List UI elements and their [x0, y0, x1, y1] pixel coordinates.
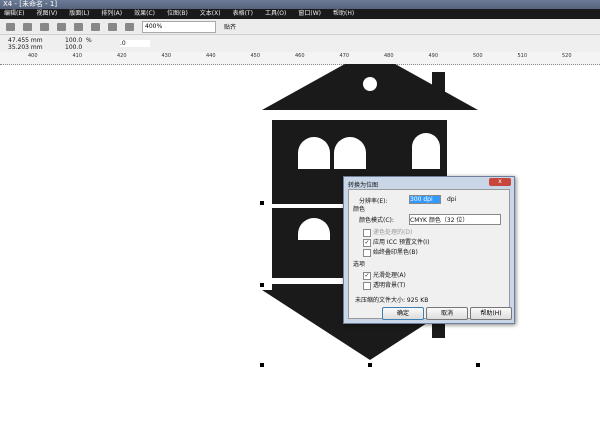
ruler-tick: 510: [517, 53, 528, 59]
ruler-tick: 480: [384, 53, 394, 59]
icc-checkbox[interactable]: ✓ 应用 ICC 预置文件(I): [363, 237, 429, 247]
checkbox[interactable]: [363, 281, 371, 290]
ruler-tick: 520: [562, 53, 572, 59]
title-bar: X4 - [未命名 - 1]: [0, 0, 600, 9]
menu-item[interactable]: 位图(B): [167, 9, 188, 19]
color-mode-select[interactable]: CMYK 颜色（32 位）: [409, 214, 501, 225]
menu-bar: 编辑(E) 视图(V) 版面(L) 排列(A) 效果(C) 位图(B) 文本(X) 表格(T)…: [0, 9, 600, 19]
ruler-tick: 400: [28, 53, 38, 59]
menu-item[interactable]: 文本(X): [200, 9, 221, 19]
checkbox[interactable]: [363, 228, 371, 237]
scale-unit: %: [86, 37, 92, 44]
ruler-tick: 460: [295, 53, 305, 59]
undo-icon[interactable]: [57, 22, 66, 31]
redo-icon[interactable]: [74, 22, 83, 31]
snap-dropdown[interactable]: 贴齐: [224, 22, 236, 31]
copy-icon[interactable]: [23, 22, 32, 31]
menu-item[interactable]: 排列(A): [101, 9, 122, 19]
transparent-label: 透明背景(T): [373, 282, 406, 289]
options-group-label: 选项: [353, 261, 366, 268]
scale-y-field[interactable]: 100.0: [65, 44, 82, 51]
overprint-label: 始终叠印黑色(B): [373, 249, 418, 256]
close-button[interactable]: x: [489, 178, 511, 186]
menu-item[interactable]: 版面(L): [69, 9, 89, 19]
dialog-title: 转换为位图: [348, 182, 379, 189]
ruler-tick: 430: [161, 53, 172, 59]
ruler-tick: 450: [250, 53, 261, 59]
cancel-button[interactable]: 取消: [426, 307, 468, 320]
ruler-tick: 440: [206, 53, 216, 59]
dither-label: 递色处理的(D): [373, 229, 413, 236]
convert-to-bitmap-dialog: 转换为位图 x 分辨率(E): 300 dpi dpi 颜色 颜色模式(C): …: [343, 176, 515, 324]
publish-icon[interactable]: [125, 22, 134, 31]
ruler-tick: 420: [117, 53, 127, 59]
ruler-tick: 470: [339, 53, 350, 59]
menu-item[interactable]: 工具(O): [265, 9, 286, 19]
ok-button[interactable]: 确定: [382, 307, 424, 320]
menu-item[interactable]: 编辑(E): [4, 9, 24, 19]
zoom-select[interactable]: 400%: [142, 20, 216, 33]
dither-checkbox[interactable]: 递色处理的(D): [363, 227, 412, 237]
height-field[interactable]: 35.203 mm: [8, 44, 43, 51]
overprint-checkbox[interactable]: 始终叠印黑色(B): [363, 247, 418, 257]
width-field[interactable]: 47.455 mm: [8, 37, 43, 44]
antialias-label: 光滑处理(A): [373, 272, 406, 279]
checkbox[interactable]: [363, 248, 371, 257]
ruler-tick: 410: [72, 53, 83, 59]
paste-icon[interactable]: [40, 22, 49, 31]
transparent-checkbox[interactable]: 透明背景(T): [363, 280, 405, 290]
menu-item[interactable]: 帮助(H): [333, 9, 354, 19]
export-icon[interactable]: [108, 22, 117, 31]
menu-item[interactable]: 表格(T): [233, 9, 253, 19]
standard-toolbar: 400% 贴齐: [0, 19, 600, 35]
color-mode-label: 颜色模式(C):: [359, 217, 394, 224]
checkbox[interactable]: ✓: [363, 238, 371, 247]
help-button[interactable]: 帮助(H): [470, 307, 512, 320]
menu-item[interactable]: 窗口(W): [298, 9, 321, 19]
resolution-unit: dpi: [447, 196, 457, 203]
ruler-tick: 500: [473, 53, 483, 59]
property-bar: 47.455 mm 35.203 mm 100.0 100.0 % .0: [0, 35, 600, 53]
resolution-input[interactable]: 300 dpi: [409, 195, 441, 204]
color-group-label: 颜色: [353, 206, 366, 213]
rotation-field[interactable]: .0: [120, 40, 150, 47]
icc-label: 应用 ICC 预置文件(I): [373, 239, 430, 246]
scale-x-field[interactable]: 100.0: [65, 37, 82, 44]
menu-item[interactable]: 视图(V): [36, 9, 57, 19]
antialias-checkbox[interactable]: ✓ 光滑处理(A): [363, 270, 406, 280]
file-size-text: 未压缩的文件大小: 925 KB: [355, 297, 429, 304]
import-icon[interactable]: [91, 22, 100, 31]
ruler-tick: 490: [428, 53, 439, 59]
checkbox[interactable]: ✓: [363, 271, 371, 280]
cut-icon[interactable]: [6, 22, 15, 31]
menu-item[interactable]: 效果(C): [134, 9, 155, 19]
